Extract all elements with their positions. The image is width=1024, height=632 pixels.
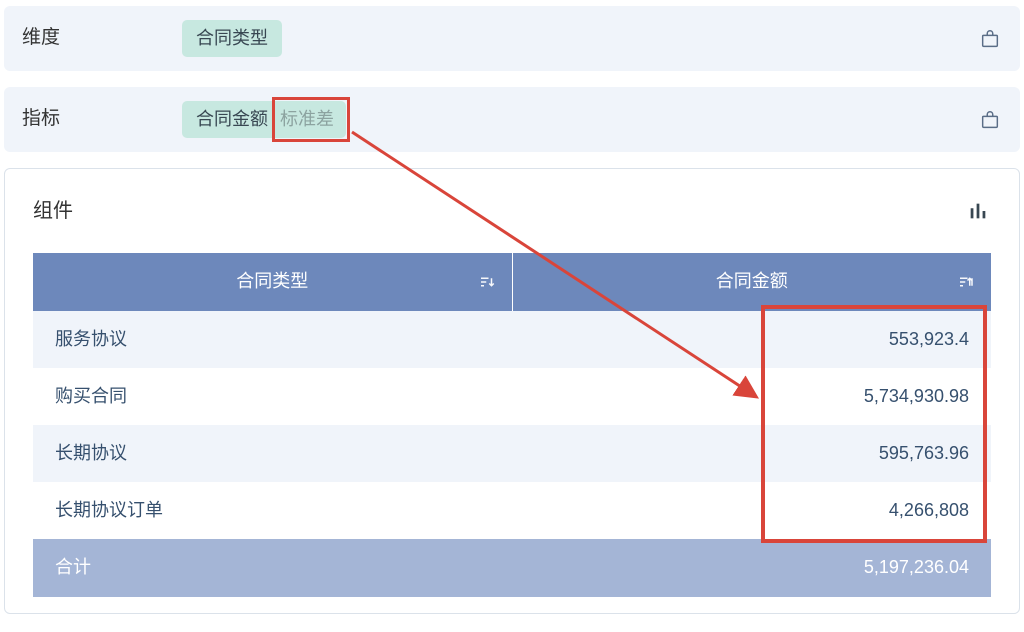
col-header-category[interactable]: 合同类型 [33,253,512,310]
sort-icon[interactable] [957,273,975,291]
footer-label: 合计 [33,539,512,596]
table-footer-row: 合计 5,197,236.04 [33,539,991,596]
metric-chip-amount[interactable]: 合同金额 标准差 [182,101,346,138]
dimension-chips: 合同类型 [182,20,954,57]
cell-category: 购买合同 [33,368,512,425]
metric-row: 指标 合同金额 标准差 [4,87,1020,152]
metric-chip-suffix-stddev: 标准差 [276,101,346,138]
cell-category: 长期协议 [33,425,512,482]
config-icon[interactable] [978,108,1002,132]
table-row: 长期协议595,763.96 [33,425,991,482]
dimension-chip-contract-type[interactable]: 合同类型 [182,20,282,57]
config-icon[interactable] [978,27,1002,51]
table-row: 服务协议553,923.4 [33,311,991,368]
component-panel: 组件 合同类型 [4,168,1020,613]
dimension-row: 维度 合同类型 [4,6,1020,71]
col-header-value[interactable]: 合同金额 [512,253,991,310]
metric-chip-primary: 合同金额 [182,101,276,138]
cell-value: 5,734,930.98 [512,368,991,425]
cell-category: 长期协议订单 [33,482,512,539]
dimension-label: 维度 [22,25,158,52]
cell-value: 553,923.4 [512,311,991,368]
component-header: 组件 [33,197,991,225]
table-row: 长期协议订单4,266,808 [33,482,991,539]
data-table: 合同类型 合同金额 [33,253,991,596]
chart-type-icon[interactable] [965,198,991,224]
page-root: 维度 合同类型 指标 合同金额 标准差 组件 [4,6,1020,614]
metric-chips: 合同金额 标准差 [182,101,954,138]
sort-icon[interactable] [478,273,496,291]
cell-category: 服务协议 [33,311,512,368]
table-header-row: 合同类型 合同金额 [33,253,991,310]
component-title: 组件 [33,197,73,225]
table-row: 购买合同5,734,930.98 [33,368,991,425]
cell-value: 595,763.96 [512,425,991,482]
cell-value: 4,266,808 [512,482,991,539]
metric-label: 指标 [22,106,158,133]
footer-value: 5,197,236.04 [512,539,991,596]
